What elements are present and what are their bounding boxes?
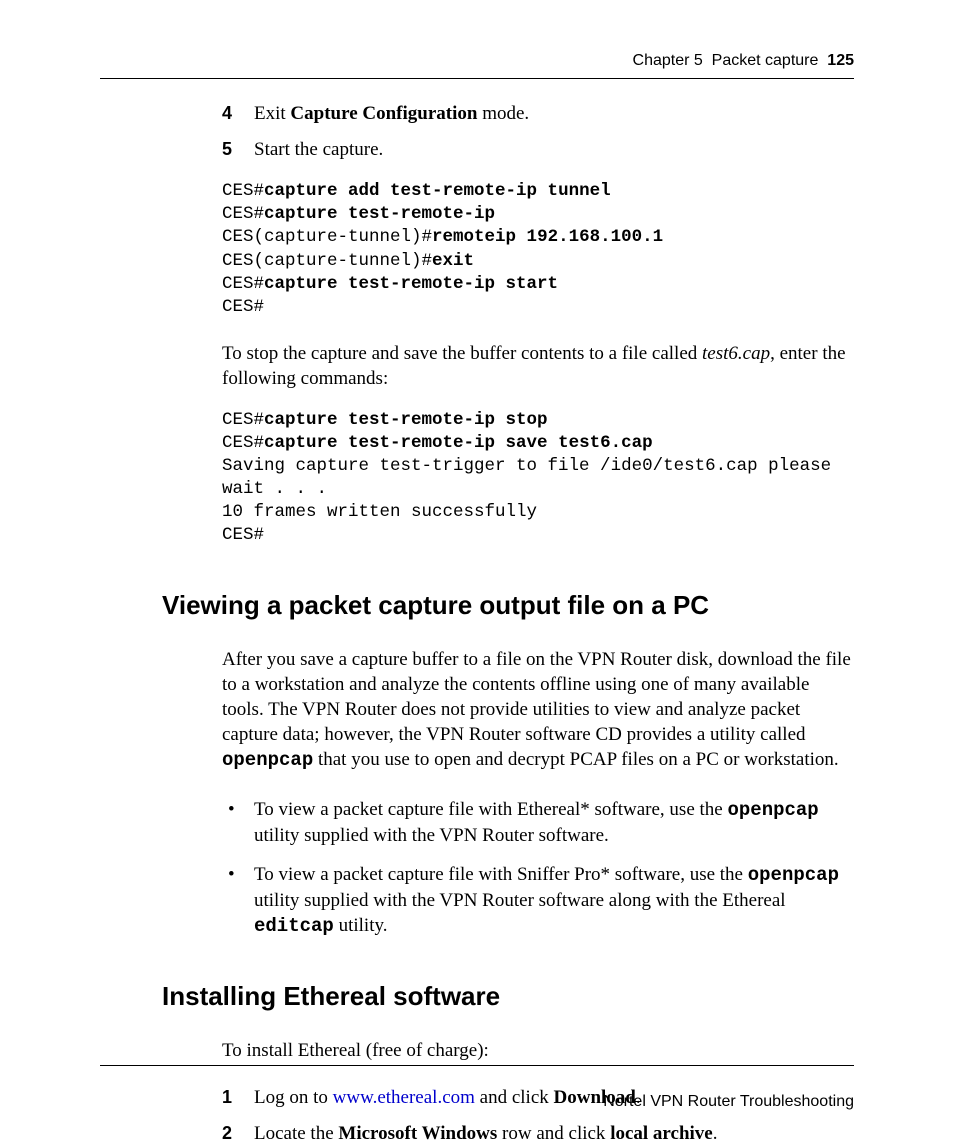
step-list-top: 4 Exit Capture Configuration mode. 5 Sta…: [222, 101, 854, 162]
step-text: Log on to www.ethereal.com and click Dow…: [254, 1087, 641, 1108]
footer-rule: [100, 1065, 854, 1066]
paragraph: To install Ethereal (free of charge):: [222, 1038, 854, 1063]
code-block: CES#capture test-remote-ip stop CES#capt…: [222, 409, 854, 548]
paragraph: After you save a capture buffer to a fil…: [222, 647, 854, 773]
step-item: 4 Exit Capture Configuration mode.: [222, 101, 854, 127]
body-column: 4 Exit Capture Configuration mode. 5 Sta…: [222, 101, 854, 548]
list-item: To view a packet capture file with Sniff…: [222, 862, 854, 939]
header-page-number: 125: [827, 52, 854, 69]
step-number: 4: [222, 101, 232, 125]
header-title: Packet capture: [712, 52, 819, 69]
step-number: 2: [222, 1121, 232, 1145]
page: Chapter 5 Packet capture 125 4 Exit Capt…: [100, 52, 854, 1113]
step-text: Locate the Microsoft Windows row and cli…: [254, 1123, 717, 1144]
step-text: Start the capture.: [254, 139, 383, 160]
ethereal-link[interactable]: www.ethereal.com: [333, 1087, 475, 1108]
header-rule: [100, 78, 854, 79]
bullet-list: To view a packet capture file with Ether…: [222, 797, 854, 939]
step-text: Exit Capture Configuration mode.: [254, 103, 529, 124]
step-item: 5 Start the capture.: [222, 137, 854, 163]
list-item: To view a packet capture file with Ether…: [222, 797, 854, 848]
paragraph: To stop the capture and save the buffer …: [222, 341, 854, 391]
heading-viewing: Viewing a packet capture output file on …: [162, 590, 854, 621]
step-number: 1: [222, 1085, 232, 1109]
heading-installing: Installing Ethereal software: [162, 981, 854, 1012]
header-chapter: Chapter 5: [633, 52, 703, 69]
footer-text: Nortel VPN Router Troubleshooting: [603, 1093, 854, 1111]
step-item: 2 Locate the Microsoft Windows row and c…: [222, 1121, 854, 1147]
code-block: CES#capture add test-remote-ip tunnel CE…: [222, 180, 854, 319]
step-number: 5: [222, 137, 232, 161]
running-header: Chapter 5 Packet capture 125: [100, 52, 854, 70]
